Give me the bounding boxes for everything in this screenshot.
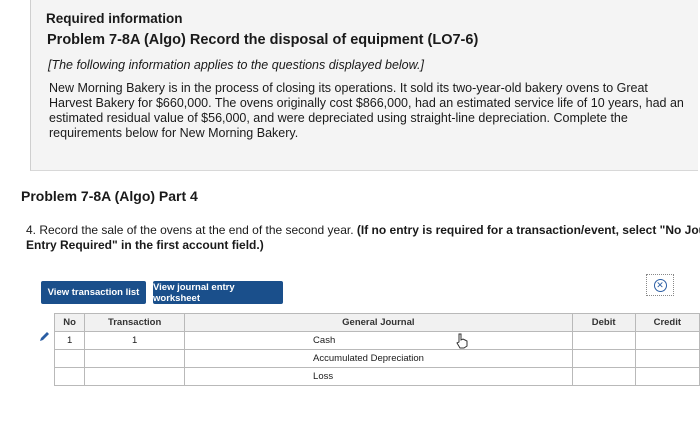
debit-field[interactable] — [571, 367, 636, 386]
pencil-icon[interactable] — [38, 331, 50, 343]
instruction-lead: 4. Record the sale of the ovens at the e… — [26, 223, 354, 237]
part-title: Problem 7-8A (Algo) Part 4 — [21, 188, 198, 204]
debit-field[interactable] — [571, 331, 636, 350]
table-row: 1 1 Cash — [53, 331, 700, 350]
instruction-text: 4. Record the sale of the ovens at the e… — [26, 223, 700, 252]
close-button[interactable]: ✕ — [646, 274, 674, 296]
required-info-heading: Required information — [46, 11, 183, 26]
journal-table: No Transaction General Journal Debit Cre… — [53, 313, 700, 386]
debit-field[interactable] — [571, 349, 636, 368]
header-transaction: Transaction — [84, 313, 186, 332]
problem-title: Problem 7-8A (Algo) Record the disposal … — [47, 32, 479, 48]
row-no — [53, 367, 86, 386]
row-transaction — [84, 367, 186, 386]
credit-field[interactable] — [634, 331, 700, 350]
header-credit: Credit — [634, 313, 700, 332]
credit-field[interactable] — [634, 367, 700, 386]
info-note: [The following information applies to th… — [48, 58, 424, 72]
table-row: Accumulated Depreciation — [53, 349, 700, 368]
journal-header-row: No Transaction General Journal Debit Cre… — [53, 313, 700, 332]
credit-field[interactable] — [634, 349, 700, 368]
hand-cursor-icon — [456, 333, 468, 349]
header-no: No — [53, 313, 86, 332]
table-row: Loss — [53, 367, 700, 386]
account-field[interactable]: Accumulated Depreciation — [184, 349, 573, 368]
row-transaction — [84, 349, 186, 368]
header-general-journal: General Journal — [184, 313, 573, 332]
view-transaction-list-button[interactable]: View transaction list — [41, 281, 146, 304]
info-paragraph: New Morning Bakery is in the process of … — [49, 81, 684, 140]
header-debit: Debit — [571, 313, 636, 332]
instruction-bold-2: Entry Required" in the first account fie… — [26, 237, 264, 252]
instruction-bold-1: (If no entry is required for a transacti… — [353, 223, 700, 237]
close-circle-icon: ✕ — [653, 278, 667, 292]
view-journal-worksheet-button[interactable]: View journal entry worksheet — [153, 281, 283, 304]
row-no: 1 — [53, 331, 86, 350]
account-field[interactable]: Loss — [184, 367, 573, 386]
row-transaction: 1 — [84, 331, 186, 350]
account-field[interactable]: Cash — [184, 331, 573, 350]
row-no — [53, 349, 86, 368]
